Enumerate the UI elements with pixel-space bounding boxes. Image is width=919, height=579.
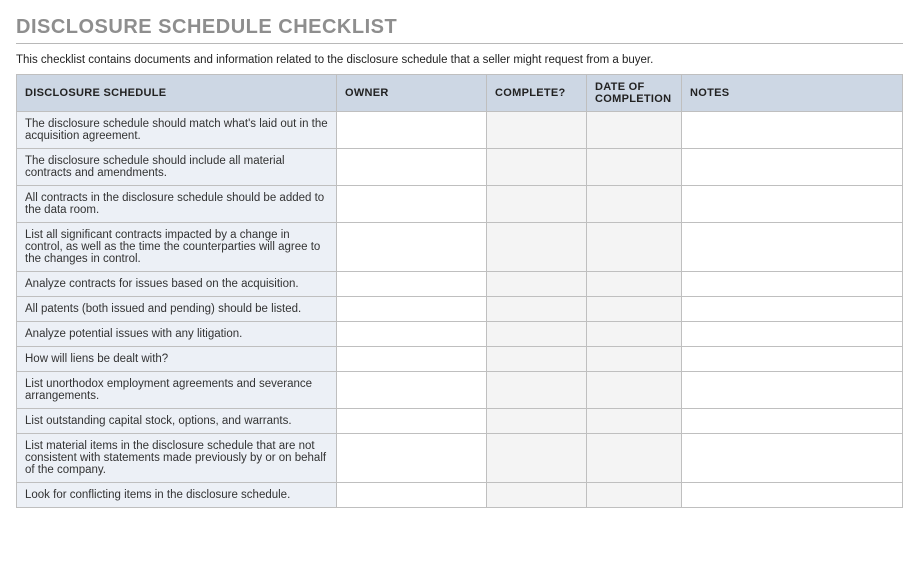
checklist-table: DISCLOSURE SCHEDULE OWNER COMPLETE? DATE… bbox=[16, 74, 903, 508]
table-row: The disclosure schedule should match wha… bbox=[17, 112, 903, 149]
cell-date bbox=[587, 434, 682, 483]
cell-owner bbox=[337, 149, 487, 186]
cell-notes bbox=[682, 112, 903, 149]
cell-notes bbox=[682, 483, 903, 508]
cell-owner bbox=[337, 347, 487, 372]
cell-notes bbox=[682, 272, 903, 297]
cell-notes bbox=[682, 297, 903, 322]
table-row: List all significant contracts impacted … bbox=[17, 223, 903, 272]
cell-item: List unorthodox employment agreements an… bbox=[17, 372, 337, 409]
cell-item: How will liens be dealt with? bbox=[17, 347, 337, 372]
cell-date bbox=[587, 322, 682, 347]
cell-owner bbox=[337, 322, 487, 347]
cell-date bbox=[587, 272, 682, 297]
cell-notes bbox=[682, 409, 903, 434]
cell-owner bbox=[337, 186, 487, 223]
cell-complete bbox=[487, 409, 587, 434]
cell-item: Analyze potential issues with any litiga… bbox=[17, 322, 337, 347]
table-row: The disclosure schedule should include a… bbox=[17, 149, 903, 186]
cell-owner bbox=[337, 112, 487, 149]
cell-date bbox=[587, 223, 682, 272]
cell-notes bbox=[682, 372, 903, 409]
cell-notes bbox=[682, 149, 903, 186]
cell-owner bbox=[337, 297, 487, 322]
header-schedule: DISCLOSURE SCHEDULE bbox=[17, 75, 337, 112]
cell-notes bbox=[682, 434, 903, 483]
cell-item: All contracts in the disclosure schedule… bbox=[17, 186, 337, 223]
cell-date bbox=[587, 409, 682, 434]
table-row: All contracts in the disclosure schedule… bbox=[17, 186, 903, 223]
header-notes: NOTES bbox=[682, 75, 903, 112]
cell-item: All patents (both issued and pending) sh… bbox=[17, 297, 337, 322]
cell-complete bbox=[487, 347, 587, 372]
cell-notes bbox=[682, 223, 903, 272]
cell-complete bbox=[487, 223, 587, 272]
cell-complete bbox=[487, 372, 587, 409]
table-row: List material items in the disclosure sc… bbox=[17, 434, 903, 483]
cell-item: List material items in the disclosure sc… bbox=[17, 434, 337, 483]
header-date: DATE OF COMPLETION bbox=[587, 75, 682, 112]
table-row: How will liens be dealt with? bbox=[17, 347, 903, 372]
cell-owner bbox=[337, 409, 487, 434]
cell-date bbox=[587, 297, 682, 322]
table-row: Analyze potential issues with any litiga… bbox=[17, 322, 903, 347]
table-row: List outstanding capital stock, options,… bbox=[17, 409, 903, 434]
cell-notes bbox=[682, 322, 903, 347]
header-owner: OWNER bbox=[337, 75, 487, 112]
cell-item: The disclosure schedule should include a… bbox=[17, 149, 337, 186]
cell-complete bbox=[487, 322, 587, 347]
cell-complete bbox=[487, 483, 587, 508]
cell-owner bbox=[337, 483, 487, 508]
cell-date bbox=[587, 149, 682, 186]
cell-complete bbox=[487, 149, 587, 186]
cell-owner bbox=[337, 223, 487, 272]
cell-owner bbox=[337, 272, 487, 297]
cell-date bbox=[587, 112, 682, 149]
cell-complete bbox=[487, 272, 587, 297]
page-title: DISCLOSURE SCHEDULE CHECKLIST bbox=[16, 16, 903, 44]
cell-owner bbox=[337, 372, 487, 409]
cell-owner bbox=[337, 434, 487, 483]
cell-date bbox=[587, 347, 682, 372]
cell-date bbox=[587, 372, 682, 409]
header-complete: COMPLETE? bbox=[487, 75, 587, 112]
cell-complete bbox=[487, 297, 587, 322]
intro-text: This checklist contains documents and in… bbox=[16, 54, 903, 66]
cell-date bbox=[587, 483, 682, 508]
table-row: List unorthodox employment agreements an… bbox=[17, 372, 903, 409]
cell-complete bbox=[487, 434, 587, 483]
cell-notes bbox=[682, 347, 903, 372]
cell-item: The disclosure schedule should match wha… bbox=[17, 112, 337, 149]
cell-item: List all significant contracts impacted … bbox=[17, 223, 337, 272]
cell-item: Look for conflicting items in the disclo… bbox=[17, 483, 337, 508]
table-row: Analyze contracts for issues based on th… bbox=[17, 272, 903, 297]
header-row: DISCLOSURE SCHEDULE OWNER COMPLETE? DATE… bbox=[17, 75, 903, 112]
cell-notes bbox=[682, 186, 903, 223]
table-row: All patents (both issued and pending) sh… bbox=[17, 297, 903, 322]
cell-date bbox=[587, 186, 682, 223]
cell-complete bbox=[487, 186, 587, 223]
table-row: Look for conflicting items in the disclo… bbox=[17, 483, 903, 508]
cell-item: List outstanding capital stock, options,… bbox=[17, 409, 337, 434]
cell-item: Analyze contracts for issues based on th… bbox=[17, 272, 337, 297]
cell-complete bbox=[487, 112, 587, 149]
